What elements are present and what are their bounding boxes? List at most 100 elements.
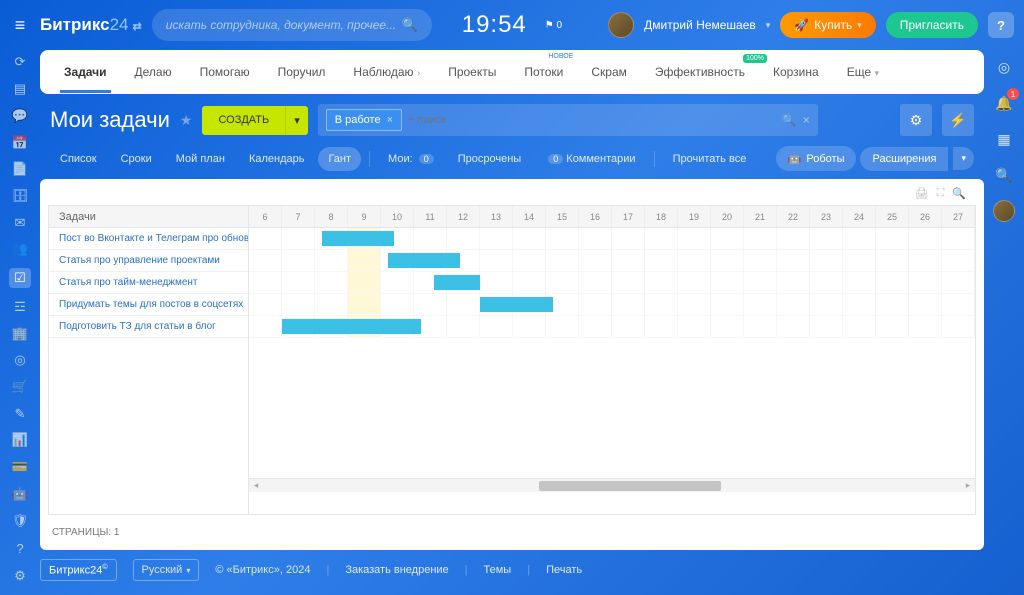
notif-badge: 1 <box>1007 88 1019 100</box>
tab-flows[interactable]: Потокиновое <box>520 51 567 93</box>
copyright: © «Битрикс», 2024 <box>215 564 310 576</box>
tab-efficiency[interactable]: Эффективность100% <box>651 51 749 93</box>
view-deadlines[interactable]: Сроки <box>111 147 162 171</box>
invite-button[interactable]: Пригласить <box>886 12 978 38</box>
star-icon[interactable]: ★ <box>180 112 193 129</box>
close-icon[interactable]: × <box>803 113 810 127</box>
search-input[interactable] <box>166 18 402 32</box>
gantt-scrollbar[interactable]: ◂ ▸ <box>249 478 975 492</box>
tab-helping[interactable]: Помогаю <box>196 51 254 93</box>
footer-link-print[interactable]: Печать <box>546 564 582 576</box>
view-calendar[interactable]: Календарь <box>239 147 315 171</box>
filter-box[interactable]: В работе× 🔍 × <box>318 104 818 136</box>
help-button[interactable]: ? <box>988 12 1014 38</box>
gantt-bar[interactable] <box>282 319 421 334</box>
tab-doing[interactable]: Делаю <box>131 51 176 93</box>
settings-button[interactable]: ⚙ <box>900 104 932 136</box>
create-dropdown[interactable]: ▾ <box>285 106 308 135</box>
menu-button[interactable]: ≡ <box>10 15 30 36</box>
logo[interactable]: Битрикс24⇄ <box>40 15 142 35</box>
footer-link-implement[interactable]: Заказать внедрение <box>345 564 448 576</box>
create-button[interactable]: СОЗДАТЬ <box>202 106 285 135</box>
extensions-dropdown[interactable]: ▾ <box>953 147 974 170</box>
target-icon[interactable]: ◎ <box>993 56 1015 78</box>
filter-overdue[interactable]: Просрочены <box>448 147 531 171</box>
bolt-button[interactable]: ⚡ <box>942 104 974 136</box>
day-header: 14 <box>513 206 546 227</box>
task-row[interactable]: Статья про тайм-менеджмент <box>49 272 248 294</box>
rail-card-icon[interactable]: 💳 <box>11 459 29 476</box>
rail-filter-icon[interactable]: ☲ <box>11 298 29 315</box>
footer-link-themes[interactable]: Темы <box>484 564 512 576</box>
tab-label: Эффективность <box>655 65 745 79</box>
rail-calendar-icon[interactable]: 📅 <box>11 134 29 151</box>
rail-stats-icon[interactable]: 📊 <box>11 432 29 449</box>
print-icon[interactable]: 🖨 <box>915 187 929 205</box>
tab-watching[interactable]: Наблюдаю › <box>349 51 424 93</box>
footer-logo[interactable]: Битрикс24© <box>40 559 117 582</box>
tab-trash[interactable]: Корзина <box>769 51 823 93</box>
view-myplan[interactable]: Мой план <box>166 147 235 171</box>
rail-bot-icon[interactable]: 🤖 <box>11 486 29 503</box>
rail-drive-icon[interactable]: 🗄 <box>11 188 29 205</box>
task-row[interactable]: Статья про управление проектами <box>49 250 248 272</box>
view-gantt[interactable]: Гант <box>318 147 361 171</box>
gantt-bar[interactable] <box>322 231 395 246</box>
count-badge: 0 <box>548 154 563 164</box>
task-row[interactable]: Пост во Вконтакте и Телеграм про обновле… <box>49 228 248 250</box>
rail-sign-icon[interactable]: ✎ <box>11 405 29 422</box>
search-icon[interactable]: 🔍 <box>952 187 966 205</box>
filter-tag-in-work[interactable]: В работе× <box>326 109 402 131</box>
search-icon[interactable]: 🔍 <box>993 164 1015 186</box>
scroll-left-icon[interactable]: ◂ <box>249 480 263 491</box>
flag-counter[interactable]: ⚑ 0 <box>545 20 562 31</box>
scroll-right-icon[interactable]: ▸ <box>961 480 975 491</box>
chevron-down-icon[interactable]: ▾ <box>766 20 771 31</box>
task-row[interactable]: Подготовить ТЗ для статьи в блог <box>49 316 248 338</box>
tab-assigned[interactable]: Поручил <box>274 51 330 93</box>
fullscreen-icon[interactable]: ⛶ <box>937 187 945 205</box>
rail-settings-icon[interactable]: ⚙ <box>11 567 29 585</box>
gantt-bar[interactable] <box>480 297 553 312</box>
robots-label: Роботы <box>806 153 844 165</box>
rail-tasks-icon[interactable]: ☑ <box>9 268 31 289</box>
rail-docs-icon[interactable]: 📄 <box>11 161 29 178</box>
view-list[interactable]: Список <box>50 147 107 171</box>
task-row[interactable]: Придумать темы для постов в соцсетях <box>49 294 248 316</box>
rail-help-icon[interactable]: ? <box>11 539 29 557</box>
rail-feed-icon[interactable]: ▤ <box>11 81 29 98</box>
tab-scrum[interactable]: Скрам <box>587 51 631 93</box>
tab-more[interactable]: Еще ▾ <box>843 51 883 93</box>
rail-company-icon[interactable]: 🏢 <box>11 325 29 342</box>
search-icon[interactable]: 🔍 <box>782 113 797 127</box>
rail-mail-icon[interactable]: ✉ <box>11 214 29 231</box>
day-header: 23 <box>810 206 843 227</box>
tab-projects[interactable]: Проекты <box>444 51 500 93</box>
filter-comments[interactable]: 0 Комментарии <box>535 147 645 171</box>
rail-activity-icon[interactable]: ⟳ <box>11 54 29 71</box>
close-icon[interactable]: × <box>387 114 393 126</box>
gantt-bar[interactable] <box>388 253 461 268</box>
rail-shield-icon[interactable]: 🛡 <box>11 512 29 529</box>
user-name[interactable]: Дмитрий Немешаев <box>644 18 756 32</box>
scroll-thumb[interactable] <box>539 481 721 491</box>
avatar[interactable] <box>608 12 634 38</box>
search-icon[interactable]: 🔍 <box>402 17 418 33</box>
gantt-bar[interactable] <box>434 275 480 290</box>
global-search[interactable]: 🔍 <box>152 9 432 41</box>
lang-selector[interactable]: Русский▾ <box>133 559 200 581</box>
filter-input[interactable] <box>408 114 776 126</box>
extensions-button[interactable]: Расширения <box>860 147 948 171</box>
contact-avatar[interactable] <box>993 200 1015 222</box>
read-all[interactable]: Прочитать все <box>663 147 757 171</box>
filter-mine[interactable]: Мои: 0 <box>378 147 444 171</box>
apps-icon[interactable]: ▦ <box>993 128 1015 150</box>
rail-people-icon[interactable]: 👥 <box>11 241 29 258</box>
tab-tasks[interactable]: Задачи <box>60 51 111 93</box>
robots-button[interactable]: 🤖Роботы <box>776 146 857 171</box>
rail-target-icon[interactable]: ◎ <box>11 352 29 369</box>
rail-chat-icon[interactable]: 💬 <box>11 107 29 124</box>
bell-icon[interactable]: 🔔1 <box>993 92 1015 114</box>
buy-button[interactable]: 🚀Купить▾ <box>780 12 875 38</box>
rail-cart-icon[interactable]: 🛒 <box>11 379 29 396</box>
